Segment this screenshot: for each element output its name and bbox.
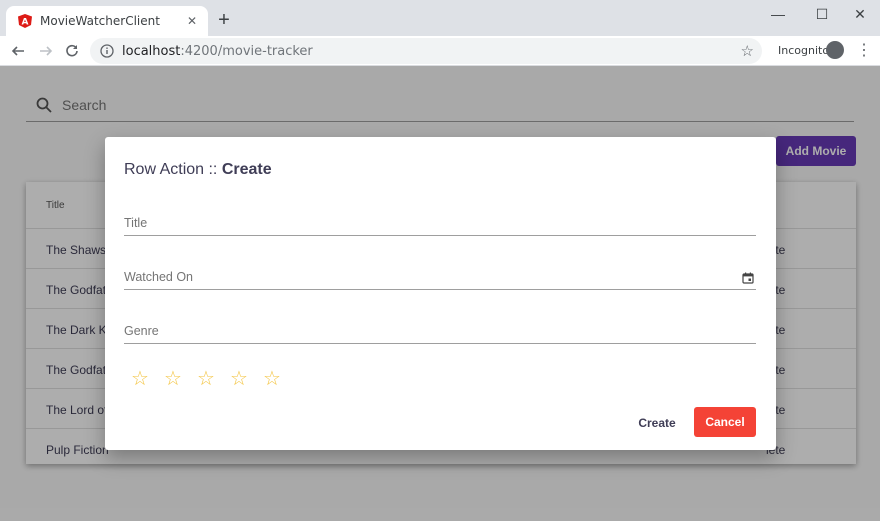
cancel-button[interactable]: Cancel <box>694 407 756 437</box>
info-icon[interactable] <box>100 44 114 58</box>
window-close-icon[interactable]: ✕ <box>840 0 880 28</box>
tab-title: MovieWatcherClient <box>40 14 160 28</box>
dialog-title: Row Action :: Create <box>124 161 272 179</box>
incognito-label: Incognito <box>778 44 830 57</box>
dialog-title-action: Create <box>221 161 272 178</box>
rating-stars: ☆ ☆ ☆ ☆ ☆ <box>131 369 296 389</box>
genre-field[interactable]: Genre <box>124 320 756 344</box>
browser-toolbar: localhost:4200/movie-tracker ☆ Incognito… <box>0 36 880 66</box>
calendar-icon[interactable] <box>742 272 754 284</box>
more-menu-icon[interactable]: ⋮ <box>856 42 872 60</box>
star-icon[interactable]: ☆ <box>164 369 197 389</box>
create-dialog: Row Action :: Create Title Watched On Ge… <box>105 137 776 450</box>
bookmark-star-icon[interactable]: ☆ <box>741 42 754 60</box>
watched-on-field[interactable]: Watched On <box>124 266 756 290</box>
incognito-icon[interactable] <box>826 41 844 59</box>
dialog-title-prefix: Row Action :: <box>124 161 222 178</box>
star-icon[interactable]: ☆ <box>263 369 296 389</box>
browser-tab[interactable]: A MovieWatcherClient ✕ <box>6 6 208 36</box>
back-icon[interactable] <box>8 41 28 61</box>
maximize-icon[interactable]: ☐ <box>802 0 842 28</box>
url-host: localhost <box>122 43 181 59</box>
watched-on-field-label: Watched On <box>124 270 194 284</box>
new-tab-icon[interactable]: + <box>214 10 234 30</box>
url-path: :4200/movie-tracker <box>180 43 313 59</box>
star-icon[interactable]: ☆ <box>131 369 164 389</box>
title-field[interactable]: Title <box>124 212 756 236</box>
close-icon[interactable]: ✕ <box>184 13 200 29</box>
angular-icon: A <box>18 14 32 28</box>
minimize-icon[interactable]: — <box>758 0 798 28</box>
genre-field-label: Genre <box>124 324 159 338</box>
svg-text:A: A <box>22 18 29 28</box>
forward-icon[interactable] <box>36 41 56 61</box>
address-bar[interactable]: localhost:4200/movie-tracker ☆ <box>90 38 762 64</box>
star-icon[interactable]: ☆ <box>230 369 263 389</box>
reload-icon[interactable] <box>62 41 82 61</box>
star-icon[interactable]: ☆ <box>197 369 230 389</box>
title-field-label: Title <box>124 216 148 230</box>
browser-tabstrip: A MovieWatcherClient ✕ + — ☐ ✕ <box>0 0 880 36</box>
create-button[interactable]: Create <box>633 409 681 437</box>
